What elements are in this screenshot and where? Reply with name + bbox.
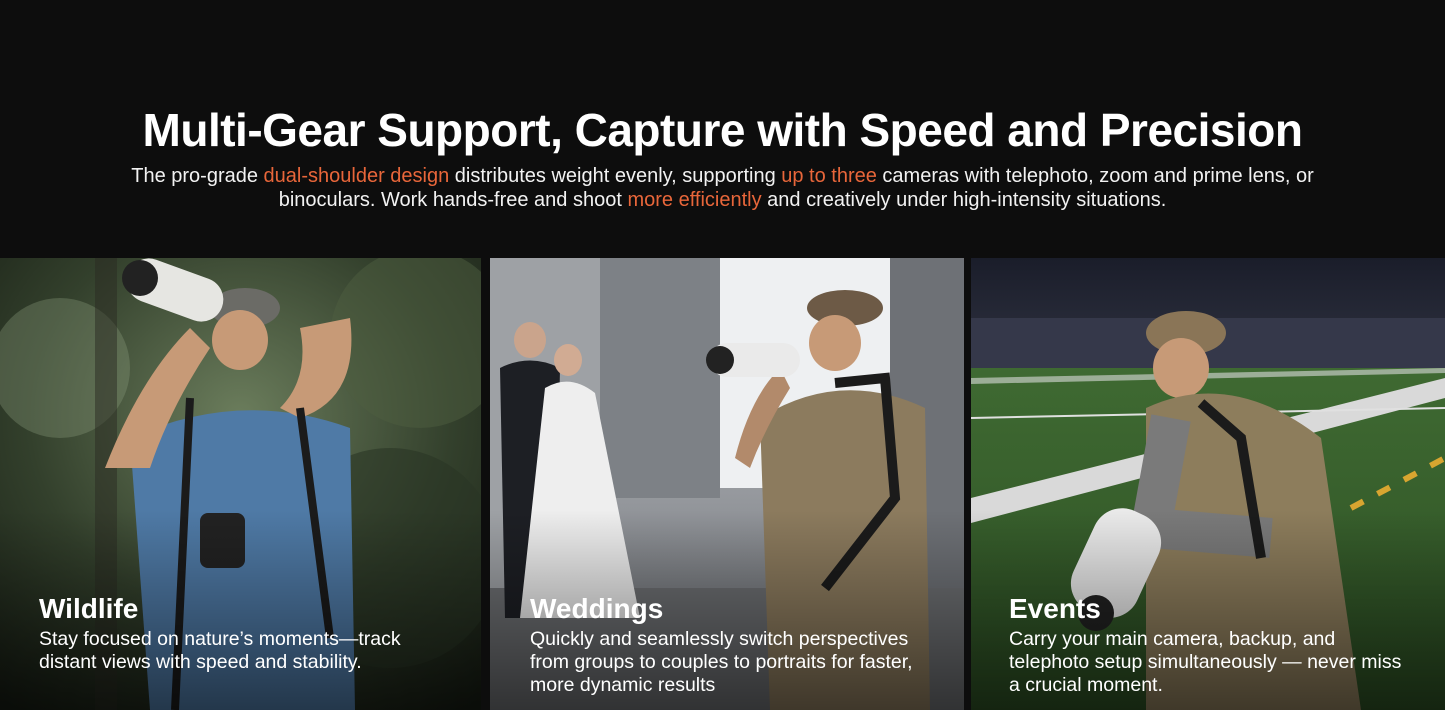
section-subtitle: The pro-grade dual-shoulder design distr… [100, 164, 1345, 212]
events-description: Carry your main camera, backup, and tele… [1009, 628, 1402, 696]
wildlife-title: Wildlife [39, 593, 139, 626]
subtitle-highlight-dual-shoulder: dual-shoulder design [263, 165, 450, 187]
panel-events: Events Carry your main camera, backup, a… [971, 258, 1445, 710]
weddings-caption: Weddings Quickly and seamlessly switch p… [530, 592, 944, 697]
panel-wildlife: Wildlife Stay focused on nature’s moment… [0, 258, 481, 710]
events-title: Events [1009, 593, 1101, 626]
subtitle-text-2: distributes weight evenly, supporting [449, 165, 782, 187]
subtitle-text-4: and creatively under high-intensity situ… [761, 189, 1167, 211]
panel-weddings: Weddings Quickly and seamlessly switch p… [490, 258, 964, 710]
section-title: Multi-Gear Support, Capture with Speed a… [142, 104, 1303, 156]
events-caption: Events Carry your main camera, backup, a… [1009, 592, 1425, 697]
subtitle-highlight-up-to-three: up to three [781, 165, 877, 187]
weddings-title: Weddings [530, 593, 664, 626]
wildlife-caption: Wildlife Stay focused on nature’s moment… [39, 592, 461, 674]
subtitle-text-1: The pro-grade [131, 165, 264, 187]
section-header: Multi-Gear Support, Capture with Speed a… [0, 0, 1445, 258]
wildlife-description: Stay focused on nature’s moments—track d… [39, 628, 401, 673]
subtitle-highlight-efficiently: more efficiently [627, 189, 762, 211]
weddings-description: Quickly and seamlessly switch perspectiv… [530, 628, 913, 696]
